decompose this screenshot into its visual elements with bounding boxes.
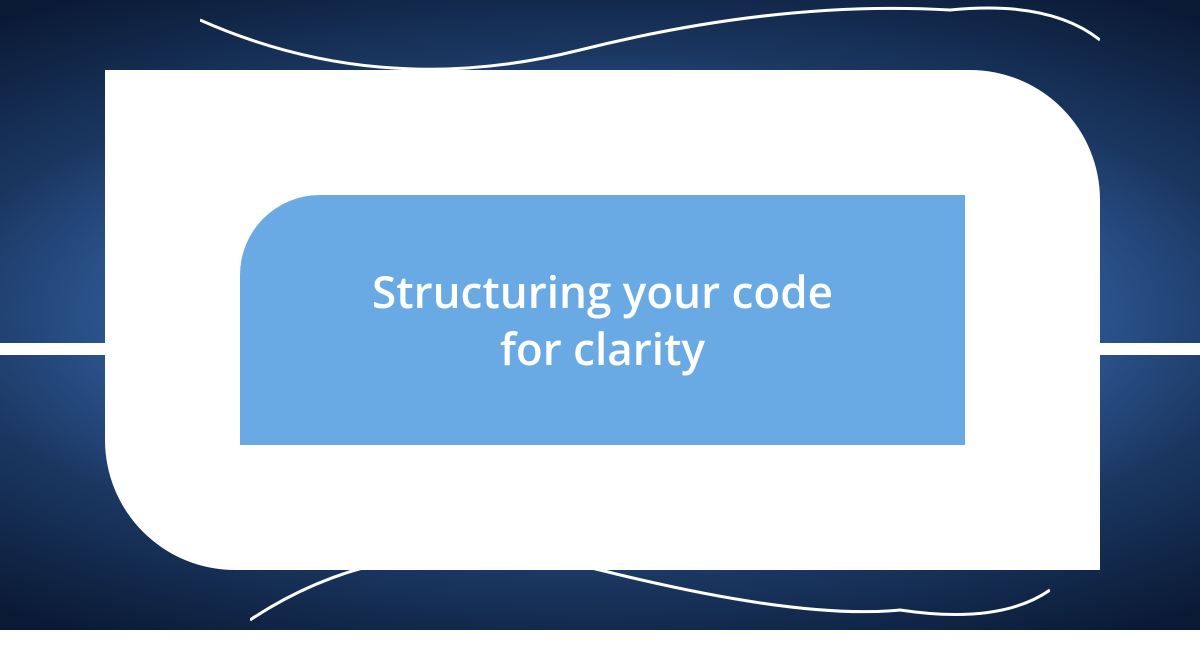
hero-title: Structuring your codefor clarity: [332, 263, 873, 377]
horizontal-accent-right: [1100, 343, 1200, 355]
inner-content-panel: Structuring your codefor clarity: [240, 195, 965, 445]
horizontal-accent-left: [0, 343, 105, 355]
